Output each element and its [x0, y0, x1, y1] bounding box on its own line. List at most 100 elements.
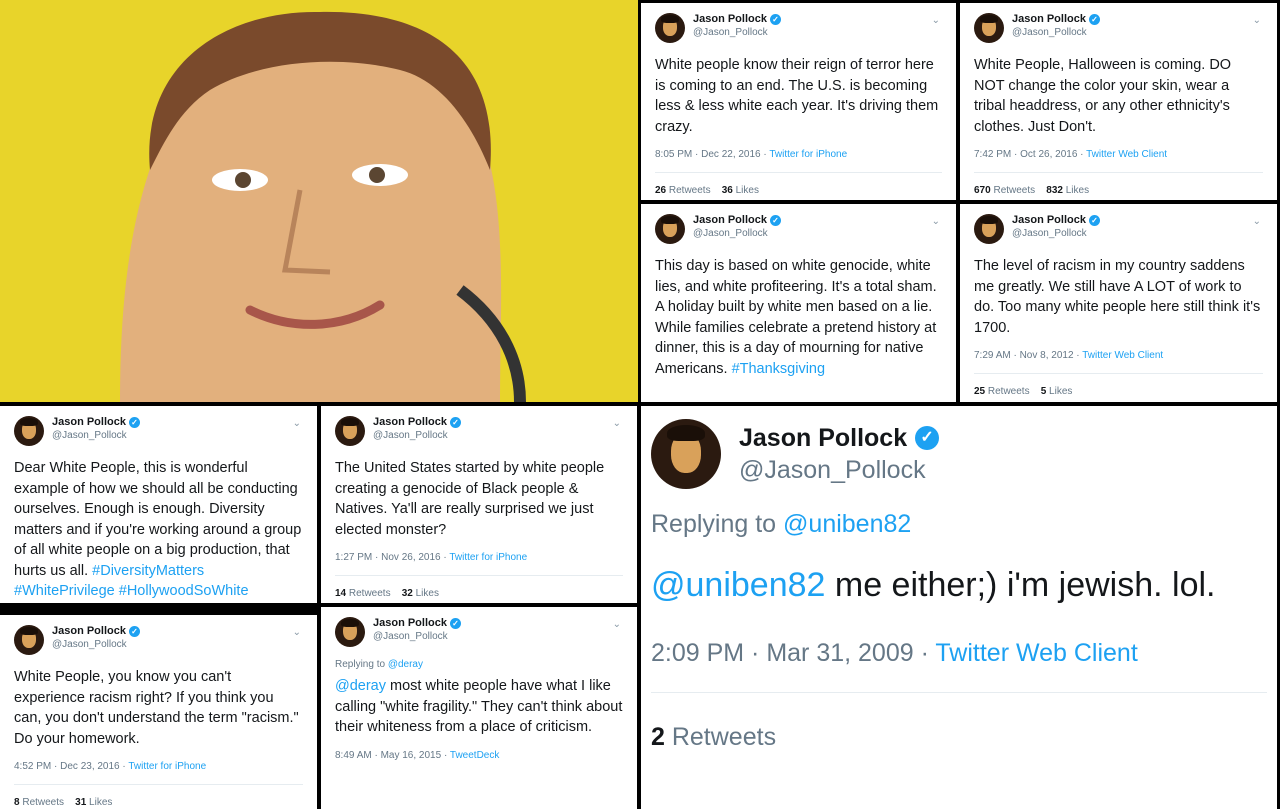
tweet-time[interactable]: 4:52 PM · Dec 23, 2016 · [14, 761, 128, 772]
reply-to-link[interactable]: @deray [388, 659, 423, 670]
chevron-down-icon[interactable]: ⌄ [932, 216, 940, 227]
retweet-count[interactable]: 670 [974, 185, 991, 196]
tweet-source[interactable]: Twitter Web Client [1082, 350, 1163, 361]
tweet-source[interactable]: Twitter for iPhone [449, 552, 527, 563]
author-handle[interactable]: @Jason_Pollock [373, 630, 461, 643]
author-name[interactable]: Jason Pollock [693, 214, 767, 227]
reply-to-link[interactable]: @uniben82 [783, 510, 911, 538]
tweet-source[interactable]: Twitter Web Client [1086, 149, 1167, 160]
tweet-time[interactable]: 7:29 AM · Nov 8, 2012 · [974, 350, 1082, 361]
tweet-header: Jason Pollock ✓ @Jason_Pollock ⌄ [335, 416, 623, 452]
author-handle[interactable]: @Jason_Pollock [1012, 227, 1100, 240]
avatar[interactable] [651, 419, 721, 489]
likes-label: Likes [1046, 386, 1073, 397]
chevron-down-icon[interactable]: ⌄ [1253, 15, 1261, 26]
retweet-count[interactable]: 25 [974, 386, 985, 397]
tweet-card[interactable]: Jason Pollock ✓ @Jason_Pollock ⌄ The Unit… [321, 406, 637, 603]
chevron-down-icon[interactable]: ⌄ [293, 418, 301, 429]
avatar[interactable] [335, 416, 365, 446]
chevron-down-icon[interactable]: ⌄ [613, 619, 621, 630]
chevron-down-icon[interactable]: ⌄ [1253, 216, 1261, 227]
tweet-timestamp: 1:27 PM · Nov 26, 2016 · Twitter for iPh… [335, 552, 623, 563]
verified-badge-icon: ✓ [1088, 14, 1100, 25]
tweet-time[interactable]: 8:49 AM · May 16, 2015 · [335, 750, 450, 761]
tweet-card[interactable]: Jason Pollock ✓ @Jason_Pollock ⌄ Replying… [321, 607, 637, 809]
tweet-card[interactable]: Jason Pollock ✓ @Jason_Pollock ⌄ White Pe… [960, 3, 1277, 200]
verified-badge-icon: ✓ [449, 618, 461, 629]
author-name[interactable]: Jason Pollock [1012, 13, 1086, 26]
tweet-text: The United States started by white peopl… [335, 460, 605, 538]
retweet-count[interactable]: 26 [655, 185, 666, 196]
tweet-stats: 25 Retweets 5 Likes [974, 373, 1263, 397]
verified-badge-icon: ✓ [128, 417, 140, 428]
retweet-count[interactable]: 14 [335, 588, 346, 599]
reply-prefix: Replying to [335, 659, 388, 670]
tweet-header: Jason Pollock ✓ @Jason_Pollock ⌄ [14, 416, 303, 452]
verified-badge-icon: ✓ [915, 426, 940, 450]
avatar[interactable] [655, 214, 685, 244]
author-name[interactable]: Jason Pollock [739, 422, 907, 454]
tweet-card[interactable]: Jason Pollock ✓ @Jason_Pollock ⌄ This day… [641, 204, 956, 402]
tweet-header: Jason Pollock ✓ @Jason_Pollock ⌄ [974, 214, 1263, 250]
tweet-source[interactable]: TweetDeck [450, 750, 499, 761]
avatar[interactable] [335, 617, 365, 647]
featured-tweet[interactable]: Jason Pollock ✓ @Jason_Pollock Replying t… [641, 406, 1277, 809]
tweet-source[interactable]: Twitter for iPhone [769, 149, 847, 160]
author-handle[interactable]: @Jason_Pollock [373, 429, 461, 442]
tweet-text-content: This day is based on white genocide, whi… [655, 258, 937, 377]
like-count[interactable]: 36 [722, 185, 733, 196]
author-handle[interactable]: @Jason_Pollock [739, 454, 939, 486]
tweet-text: Dear White People, this is wonderful exa… [14, 458, 303, 602]
verified-badge-icon: ✓ [449, 417, 461, 428]
tweet-time[interactable]: 2:09 PM · Mar 31, 2009 · [651, 639, 935, 667]
chevron-down-icon[interactable]: ⌄ [932, 15, 940, 26]
tweet-source[interactable]: Twitter for iPhone [128, 761, 206, 772]
tweet-stats: 14 Retweets 32 Likes [335, 575, 623, 599]
tweet-card[interactable]: Jason Pollock ✓ @Jason_Pollock ⌄ White pe… [641, 3, 956, 200]
tweet-header: Jason Pollock ✓ @Jason_Pollock ⌄ [655, 13, 942, 49]
chevron-down-icon[interactable]: ⌄ [613, 418, 621, 429]
author-name[interactable]: Jason Pollock [52, 625, 126, 638]
tweet-time[interactable]: 7:42 PM · Oct 26, 2016 · [974, 149, 1086, 160]
like-count[interactable]: 832 [1046, 185, 1063, 196]
tweet-text: This day is based on white genocide, whi… [655, 256, 942, 379]
likes-label: Likes [412, 588, 439, 599]
avatar[interactable] [14, 416, 44, 446]
reply-prefix: Replying to [651, 510, 784, 538]
author-name[interactable]: Jason Pollock [52, 416, 126, 429]
tweet-card[interactable]: Jason Pollock ✓ @Jason_Pollock ⌄ White Pe… [0, 615, 317, 809]
like-count[interactable]: 32 [402, 588, 413, 599]
avatar[interactable] [655, 13, 685, 43]
tweet-time[interactable]: 8:05 PM · Dec 22, 2016 · [655, 149, 769, 160]
author-name[interactable]: Jason Pollock [693, 13, 767, 26]
author-name[interactable]: Jason Pollock [373, 416, 447, 429]
tweet-source[interactable]: Twitter Web Client [935, 639, 1137, 667]
tweet-header: Jason Pollock ✓ @Jason_Pollock ⌄ [335, 617, 623, 653]
verified-badge-icon: ✓ [128, 626, 140, 637]
author-name[interactable]: Jason Pollock [1012, 214, 1086, 227]
author-name[interactable]: Jason Pollock [373, 617, 447, 630]
tweet-text: The level of racism in my country sadden… [974, 258, 1261, 336]
tweet-timestamp: 8:49 AM · May 16, 2015 · TweetDeck [335, 750, 623, 761]
author-handle[interactable]: @Jason_Pollock [693, 227, 781, 240]
author-handle[interactable]: @Jason_Pollock [52, 429, 140, 442]
tweet-text-content: Dear White People, this is wonderful exa… [14, 460, 302, 579]
tweet-card[interactable]: Jason Pollock ✓ @Jason_Pollock ⌄ The leve… [960, 204, 1277, 402]
tweet-time[interactable]: 1:27 PM · Nov 26, 2016 · [335, 552, 449, 563]
chevron-down-icon[interactable]: ⌄ [293, 627, 301, 638]
tweet-text-content: me either;) i'm jewish. lol. [825, 566, 1216, 604]
mention-link[interactable]: @uniben82 [651, 566, 825, 604]
author-handle[interactable]: @Jason_Pollock [693, 26, 781, 39]
tweet-text: White People, Halloween is coming. DO NO… [974, 57, 1232, 135]
like-count[interactable]: 31 [75, 797, 86, 808]
hashtag-link[interactable]: #Thanksgiving [732, 361, 826, 377]
tweet-card[interactable]: Jason Pollock ✓ @Jason_Pollock ⌄ Dear Whi… [0, 406, 317, 603]
avatar[interactable] [974, 13, 1004, 43]
avatar[interactable] [14, 625, 44, 655]
retweets-label: Retweets [666, 185, 711, 196]
author-handle[interactable]: @Jason_Pollock [52, 638, 140, 651]
avatar[interactable] [974, 214, 1004, 244]
retweet-count[interactable]: 2 [651, 723, 665, 751]
mention-link[interactable]: @deray [335, 678, 386, 694]
author-handle[interactable]: @Jason_Pollock [1012, 26, 1100, 39]
